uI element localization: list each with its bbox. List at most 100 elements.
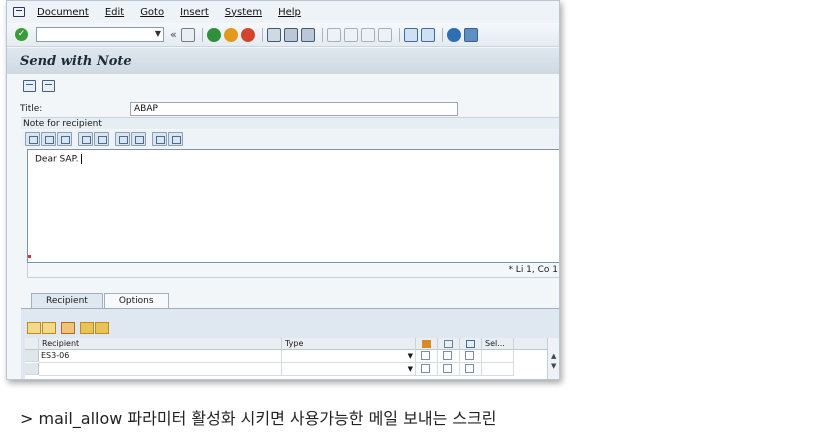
recipient-grid: Recipient Type Sel... ES3-06 ▼ ▼ ▲ ▼	[25, 338, 559, 379]
attachment-icon[interactable]	[42, 80, 55, 92]
print-cell	[460, 350, 482, 363]
grid-header: Recipient Type Sel...	[25, 338, 559, 350]
upload-icon[interactable]	[152, 132, 167, 146]
shortcut-icon[interactable]	[420, 27, 435, 42]
recipient-cell[interactable]	[39, 363, 282, 376]
scroll-up-icon[interactable]: ▲	[551, 352, 556, 360]
menu-goto[interactable]: Goto	[140, 7, 164, 18]
grid-toolbar	[27, 322, 110, 334]
toolbar-separator	[261, 27, 263, 42]
recipient-cell[interactable]: ES3-06	[39, 350, 282, 363]
chevron-down-icon[interactable]: ▼	[155, 29, 161, 38]
address-book-icon[interactable]	[80, 322, 94, 334]
enter-check-icon[interactable]: ✓	[15, 28, 28, 41]
grid-scrollbar[interactable]: ▲ ▼	[547, 338, 559, 379]
select-all-cell[interactable]	[25, 338, 39, 350]
command-field[interactable]: ▼	[36, 27, 164, 42]
copy-checkbox[interactable]	[443, 364, 452, 373]
column-header-sel[interactable]: Sel...	[482, 338, 514, 350]
text-caret	[81, 154, 83, 164]
toolbar-separator	[321, 27, 323, 42]
customize-layout-icon[interactable]	[463, 27, 478, 42]
page-title: Send with Note	[20, 53, 132, 69]
find-icon[interactable]	[283, 27, 298, 42]
express-cell	[416, 363, 438, 376]
sel-cell[interactable]	[482, 363, 514, 376]
first-page-icon[interactable]	[326, 27, 341, 42]
print-checkbox[interactable]	[465, 351, 474, 360]
copy-cell	[438, 350, 460, 363]
recipient-tab-pane: Recipient Type Sel... ES3-06 ▼ ▼ ▲ ▼	[21, 308, 559, 379]
save-icon[interactable]	[180, 27, 195, 42]
menu-insert[interactable]: Insert	[180, 7, 209, 18]
sel-cell[interactable]	[482, 350, 514, 363]
scroll-down-icon[interactable]: ▼	[551, 362, 556, 370]
printer-icon	[466, 340, 475, 348]
paste-icon[interactable]	[57, 132, 72, 146]
cut-icon[interactable]	[25, 132, 40, 146]
column-header-copy[interactable]	[438, 338, 460, 350]
column-header-recipient[interactable]: Recipient	[39, 338, 282, 350]
note-section-header: Note for recipient	[21, 117, 559, 129]
append-row-icon[interactable]	[42, 322, 56, 334]
express-flag-icon	[422, 340, 431, 348]
back-icon[interactable]	[206, 27, 221, 42]
last-page-icon[interactable]	[377, 27, 392, 42]
express-checkbox[interactable]	[421, 351, 430, 360]
exit-icon[interactable]	[223, 27, 238, 42]
title-field-row: Title: ABAP	[7, 101, 559, 117]
note-text-editor[interactable]: Dear SAP.	[27, 149, 559, 263]
chevron-down-icon[interactable]: ▼	[408, 363, 413, 375]
toolbar-separator	[398, 27, 400, 42]
print-checkbox[interactable]	[465, 364, 474, 373]
create-session-icon[interactable]	[403, 27, 418, 42]
copy-icon	[444, 340, 453, 348]
redo-icon[interactable]	[94, 132, 109, 146]
menu-edit[interactable]: Edit	[105, 7, 124, 18]
insert-row-icon[interactable]	[27, 322, 41, 334]
toolbar-separator	[441, 27, 443, 42]
replace-icon[interactable]	[131, 132, 146, 146]
type-cell[interactable]: ▼	[282, 363, 416, 376]
title-input[interactable]: ABAP	[130, 102, 458, 116]
title-label: Title:	[20, 104, 43, 114]
print-icon[interactable]	[266, 27, 281, 42]
column-header-type[interactable]: Type	[282, 338, 416, 350]
menu-system[interactable]: System	[225, 7, 262, 18]
tab-recipient[interactable]: Recipient	[31, 293, 103, 308]
tab-strip: Recipient Options	[31, 293, 170, 308]
menu-bar: Document Edit Goto Insert System Help	[7, 1, 559, 23]
red-marker-icon	[28, 255, 31, 258]
delete-row-icon[interactable]	[61, 322, 75, 334]
find-icon[interactable]	[115, 132, 130, 146]
find-next-icon[interactable]	[300, 27, 315, 42]
undo-icon[interactable]	[78, 132, 93, 146]
column-header-express[interactable]	[416, 338, 438, 350]
standard-toolbar: ✓ ▼ «	[7, 23, 559, 47]
window-menu-icon[interactable]	[13, 7, 25, 17]
menu-help[interactable]: Help	[278, 7, 301, 18]
express-cell	[416, 350, 438, 363]
express-checkbox[interactable]	[421, 364, 430, 373]
help-icon[interactable]	[446, 27, 461, 42]
sap-window: Document Edit Goto Insert System Help ✓ …	[6, 0, 560, 380]
note-text: Dear SAP.	[35, 154, 83, 165]
cursor-position-status: * Li 1, Co 1	[508, 265, 558, 275]
copy-icon[interactable]	[41, 132, 56, 146]
row-selector[interactable]	[25, 363, 39, 375]
copy-checkbox[interactable]	[443, 351, 452, 360]
previous-page-icon[interactable]	[343, 27, 358, 42]
cancel-icon[interactable]	[240, 27, 255, 42]
download-icon[interactable]	[168, 132, 183, 146]
menu-document[interactable]: Document	[37, 7, 89, 18]
row-selector[interactable]	[25, 350, 39, 362]
back-history-icon[interactable]: «	[170, 28, 177, 41]
print-cell	[460, 363, 482, 376]
distribution-list-icon[interactable]	[95, 322, 109, 334]
tab-options[interactable]: Options	[103, 293, 169, 308]
type-cell[interactable]: ▼	[282, 350, 416, 363]
send-icon[interactable]	[23, 80, 36, 92]
next-page-icon[interactable]	[360, 27, 375, 42]
chevron-down-icon[interactable]: ▼	[408, 350, 413, 362]
column-header-print[interactable]	[460, 338, 482, 350]
